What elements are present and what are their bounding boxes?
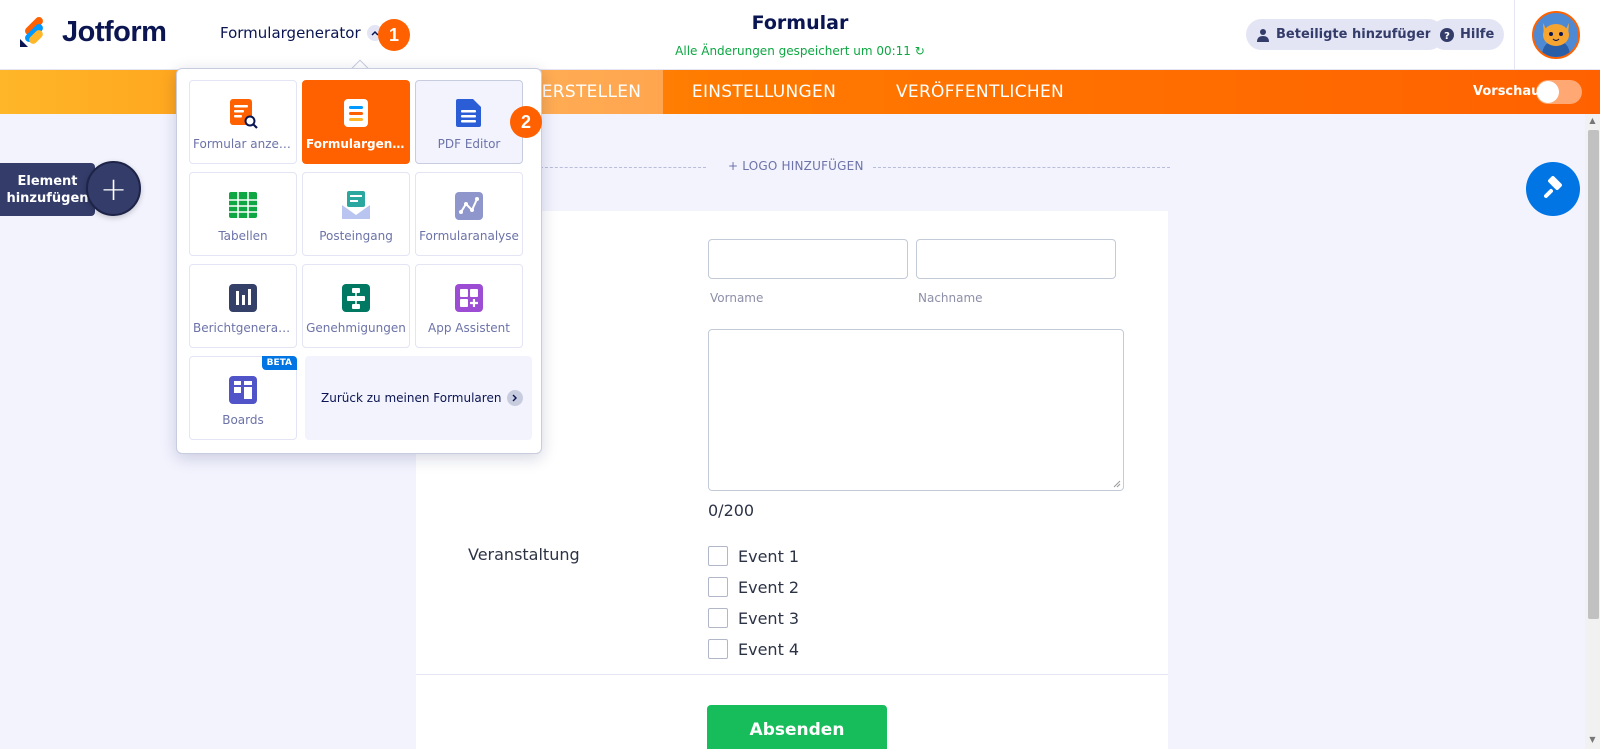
first-name-sublabel: Vorname: [710, 291, 764, 305]
form-view-icon: [230, 99, 258, 129]
approvals-icon: [342, 284, 370, 312]
svg-text:?: ?: [1444, 31, 1450, 42]
product-switcher-menu: Formular anzeigen Formulargenerator PDF …: [176, 68, 542, 454]
menu-tile-label: Formular anzeigen: [193, 137, 293, 151]
add-element-button[interactable]: Element hinzufügen: [0, 163, 95, 216]
jotform-logo[interactable]: Jotform: [18, 16, 167, 49]
inbox-icon: [342, 191, 370, 219]
menu-tile-label: Berichtgenerator: [193, 321, 293, 335]
event-checkbox[interactable]: [708, 639, 728, 659]
long-text-textarea[interactable]: [708, 329, 1124, 491]
back-to-my-forms-label: Zurück zu meinen Formularen: [321, 391, 502, 405]
menu-tile-inbox[interactable]: Posteingang: [302, 172, 410, 256]
menu-tile-report-builder[interactable]: Berichtgenerator: [189, 264, 297, 348]
add-collaborators-label: Beteiligte hinzufügen: [1276, 27, 1435, 42]
analytics-icon: [455, 192, 483, 220]
jotform-logo-icon: [20, 16, 43, 47]
cat-avatar-icon: [1534, 13, 1578, 57]
chevron-right-icon: [507, 390, 524, 406]
menu-tile-label: Formularanalyse: [419, 229, 519, 243]
plus-icon[interactable]: +: [86, 161, 141, 216]
menu-tile-approvals[interactable]: Genehmigungen: [302, 264, 410, 348]
avatar[interactable]: [1532, 11, 1580, 59]
menu-tile-label: App Assistent: [428, 321, 510, 335]
menu-tile-label: Formulargenerator: [306, 137, 406, 151]
preview-toggle-knob: [1537, 81, 1559, 103]
scroll-down-icon[interactable]: ▼: [1588, 736, 1597, 744]
beta-badge: BETA: [261, 356, 297, 370]
tab-publish[interactable]: VERÖFFENTLICHEN: [880, 70, 1080, 114]
brand-name: Jotform: [62, 16, 167, 48]
preview-label: Vorschau: [1473, 84, 1541, 99]
boards-icon: [229, 376, 257, 404]
preview-toggle[interactable]: [1536, 80, 1582, 104]
menu-tile-boards[interactable]: Boards BETA: [189, 356, 297, 440]
menu-tile-label: Genehmigungen: [306, 321, 406, 335]
event-option-1[interactable]: Event 1: [708, 546, 799, 566]
dashed-divider: [873, 167, 1170, 168]
report-builder-icon: [229, 284, 257, 312]
help-label: Hilfe: [1460, 27, 1495, 42]
back-to-my-forms-link[interactable]: Zurück zu meinen Formularen: [305, 356, 532, 440]
tab-settings[interactable]: EINSTELLUNGEN: [677, 70, 851, 114]
event-checkbox[interactable]: [708, 546, 728, 566]
event-option-label: Event 2: [738, 577, 800, 597]
refresh-icon: ↻: [914, 44, 925, 58]
resize-handle-icon[interactable]: [1113, 480, 1121, 488]
event-option-label: Event 1: [738, 546, 800, 566]
event-option-label: Event 4: [738, 639, 800, 659]
event-option-label: Event 3: [738, 608, 800, 628]
submit-button[interactable]: Absenden: [707, 705, 887, 749]
add-element-label-2: hinzufügen: [6, 191, 89, 206]
event-checkbox[interactable]: [708, 608, 728, 628]
menu-tile-label: PDF Editor: [437, 137, 501, 151]
scrollbar-thumb[interactable]: [1588, 130, 1599, 619]
menu-tile-label: Tabellen: [218, 229, 268, 243]
menu-tile-form-builder[interactable]: Formulargenerator: [302, 80, 410, 164]
add-logo-link[interactable]: + LOGO HINZUFÜGEN: [728, 159, 864, 173]
event-option-2[interactable]: Event 2: [708, 577, 799, 597]
user-icon: [1257, 28, 1269, 42]
help-icon: ?: [1440, 27, 1454, 42]
dashed-divider: [540, 167, 706, 168]
menu-tile-app-builder[interactable]: App Assistent: [415, 264, 523, 348]
menu-tile-analytics[interactable]: Formularanalyse: [415, 172, 523, 256]
divider: [1514, 0, 1515, 70]
event-option-4[interactable]: Event 4: [708, 639, 799, 659]
event-option-3[interactable]: Event 3: [708, 608, 799, 628]
menu-tile-tables[interactable]: Tabellen: [189, 172, 297, 256]
top-bar: Jotform Formulargenerator 1 Formular All…: [0, 0, 1600, 70]
menu-tile-label: Posteingang: [319, 229, 393, 243]
scroll-up-icon[interactable]: ▲: [1588, 117, 1597, 125]
pdf-editor-icon: [456, 99, 481, 127]
tables-icon: [229, 192, 257, 218]
last-name-sublabel: Nachname: [918, 291, 983, 305]
logo-placeholder-row: + LOGO HINZUFÜGEN: [540, 159, 1170, 177]
step-badge-2: 2: [510, 106, 542, 138]
builder-switcher[interactable]: Formulargenerator: [220, 24, 383, 42]
step-badge-1: 1: [378, 19, 410, 51]
builder-switcher-label: Formulargenerator: [220, 24, 361, 42]
saved-status-text: Alle Änderungen gespeichert um 00:11: [675, 44, 911, 58]
character-counter: 0/200: [708, 501, 755, 520]
paint-roller-icon: [1544, 176, 1562, 198]
menu-tile-label: Boards: [222, 413, 264, 427]
menu-tile-form-view[interactable]: Formular anzeigen: [189, 80, 297, 164]
app-builder-icon: [455, 284, 483, 312]
form-builder-icon: [344, 99, 368, 127]
add-element-label-1: Element: [17, 174, 78, 189]
menu-tile-pdf-editor[interactable]: PDF Editor: [415, 80, 523, 164]
add-collaborators-button[interactable]: Beteiligte hinzufügen: [1246, 19, 1445, 50]
last-name-input[interactable]: [916, 239, 1116, 279]
first-name-input[interactable]: [708, 239, 908, 279]
form-designer-button[interactable]: [1526, 162, 1580, 216]
event-checkbox[interactable]: [708, 577, 728, 597]
divider: [416, 674, 1168, 675]
event-field-label: Veranstaltung: [468, 545, 580, 564]
help-button[interactable]: ? Hilfe: [1430, 19, 1505, 50]
